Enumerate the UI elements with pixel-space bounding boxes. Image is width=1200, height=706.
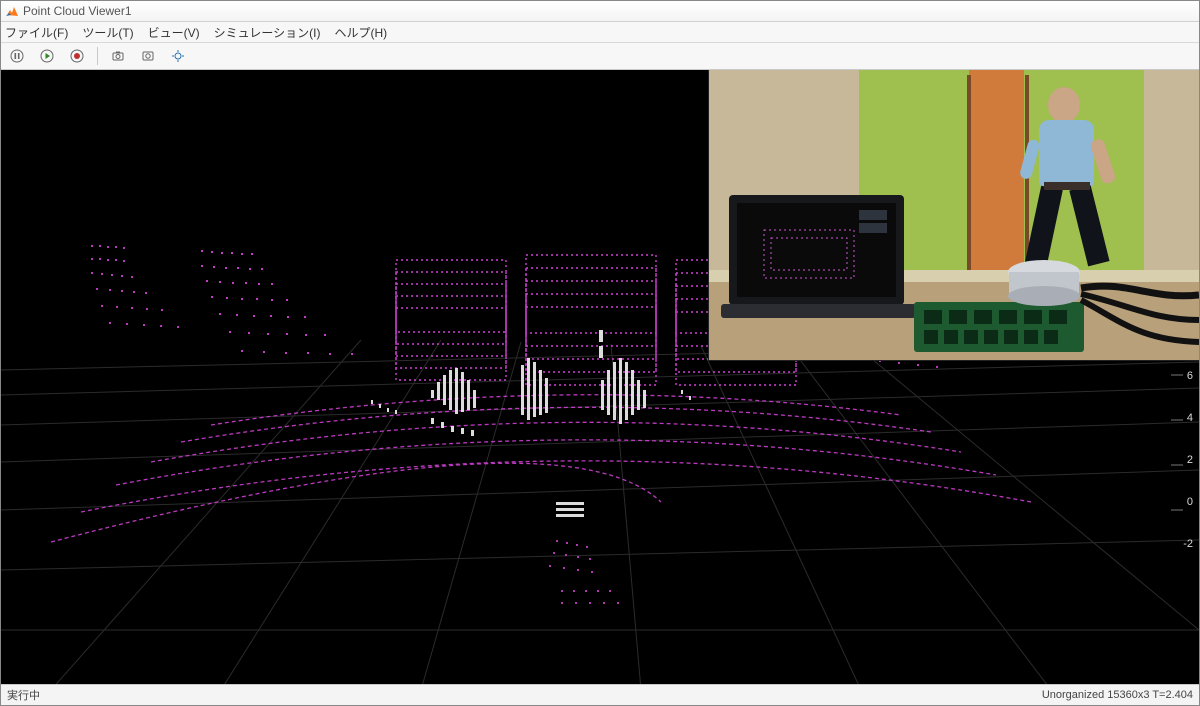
toolbar-separator — [97, 47, 98, 65]
menu-help[interactable]: ヘルプ(H) — [335, 24, 388, 41]
menu-tools[interactable]: ツール(T) — [82, 24, 133, 41]
camera-overlay — [708, 70, 1199, 361]
matlab-icon — [5, 4, 19, 18]
snapshot-button[interactable] — [136, 44, 160, 68]
status-left: 実行中 — [7, 687, 40, 703]
axis-tick: -2 — [1183, 538, 1193, 550]
app-window: Point Cloud Viewer1 ファイル(F) ツール(T) ビュー(V… — [0, 0, 1200, 706]
axis-tick: 4 — [1183, 412, 1193, 424]
stop-button[interactable] — [65, 44, 89, 68]
camera-feed-illustration — [709, 70, 1199, 360]
menu-sim[interactable]: シミュレーション(I) — [214, 24, 321, 41]
menu-view[interactable]: ビュー(V) — [148, 24, 200, 41]
point-cloud-viewport[interactable]: 6 4 2 0 -2 — [1, 70, 1199, 684]
pause-button[interactable] — [5, 44, 29, 68]
settings-button[interactable] — [166, 44, 190, 68]
play-button[interactable] — [35, 44, 59, 68]
title-bar: Point Cloud Viewer1 — [1, 1, 1199, 22]
axis-tick: 0 — [1183, 496, 1193, 508]
window-title: Point Cloud Viewer1 — [23, 4, 132, 18]
menu-file[interactable]: ファイル(F) — [5, 24, 68, 41]
axis-tick-labels: 6 4 2 0 -2 — [1183, 370, 1193, 550]
capture-button[interactable] — [106, 44, 130, 68]
axis-tick: 2 — [1183, 454, 1193, 466]
toolbar — [1, 43, 1199, 70]
status-bar: 実行中 Unorganized 15360x3 T=2.404 — [1, 684, 1199, 705]
menu-bar: ファイル(F) ツール(T) ビュー(V) シミュレーション(I) ヘルプ(H) — [1, 22, 1199, 43]
axis-tick: 6 — [1183, 370, 1193, 382]
status-right: Unorganized 15360x3 T=2.404 — [1042, 689, 1193, 701]
